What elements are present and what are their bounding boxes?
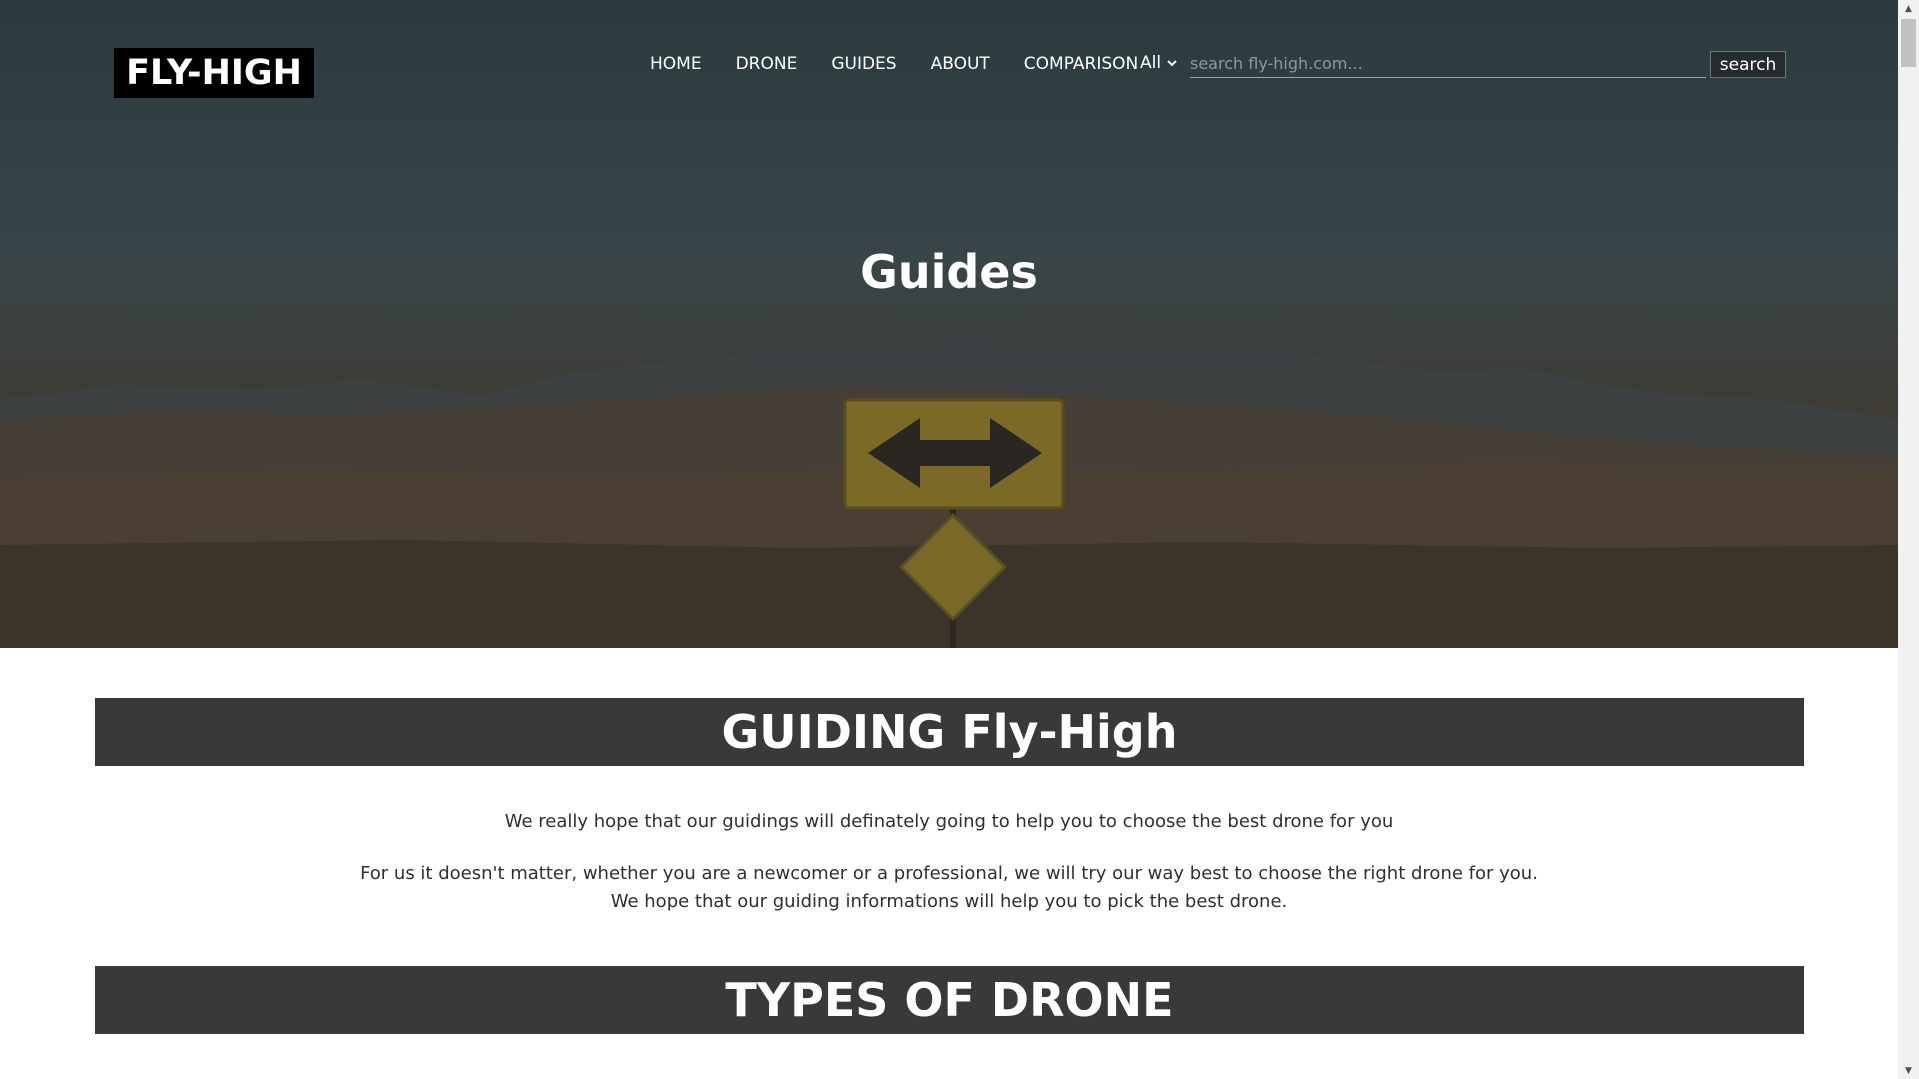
page: FLY-HIGH HOME DRONE GUIDES ABOUT COMPARI… <box>0 0 1898 1079</box>
nav-comparison[interactable]: COMPARISON <box>1024 54 1138 74</box>
nav-drone[interactable]: DRONE <box>736 54 798 74</box>
chevron-down-icon <box>1167 60 1177 67</box>
scroll-down-icon[interactable]: ▼ <box>1898 1062 1919 1079</box>
scroll-thumb[interactable] <box>1901 19 1916 67</box>
nav-about[interactable]: ABOUT <box>931 54 990 74</box>
hero-banner: FLY-HIGH HOME DRONE GUIDES ABOUT COMPARI… <box>0 0 1898 648</box>
search-input[interactable] <box>1190 50 1706 78</box>
guiding-heading: GUIDING Fly-High <box>721 705 1178 759</box>
search-scope-select[interactable]: All <box>1140 53 1178 73</box>
search-button[interactable]: search <box>1710 51 1786 78</box>
guiding-paragraph-2-line-1: For us it doesn't matter, whether you ar… <box>360 863 1538 884</box>
scroll-up-icon[interactable]: ▲ <box>1898 0 1919 17</box>
guiding-paragraph-2-line-2: We hope that our guiding informations wi… <box>610 891 1288 912</box>
browser-viewport: FLY-HIGH HOME DRONE GUIDES ABOUT COMPARI… <box>0 0 1919 1079</box>
vertical-scrollbar[interactable]: ▲ ▼ <box>1898 0 1919 1079</box>
main-nav: HOME DRONE GUIDES ABOUT COMPARISON <box>650 52 1172 76</box>
search-scope-value: All <box>1140 53 1162 73</box>
types-heading: TYPES OF DRONE <box>725 973 1174 1027</box>
section-heading-guiding: GUIDING Fly-High <box>95 698 1804 766</box>
section-heading-types: TYPES OF DRONE <box>95 966 1804 1034</box>
site-logo[interactable]: FLY-HIGH <box>114 48 314 98</box>
nav-guides[interactable]: GUIDES <box>831 54 896 74</box>
nav-home[interactable]: HOME <box>650 54 702 74</box>
guiding-paragraph-1: We really hope that our guidings will de… <box>504 811 1394 832</box>
page-title: Guides <box>860 245 1038 299</box>
